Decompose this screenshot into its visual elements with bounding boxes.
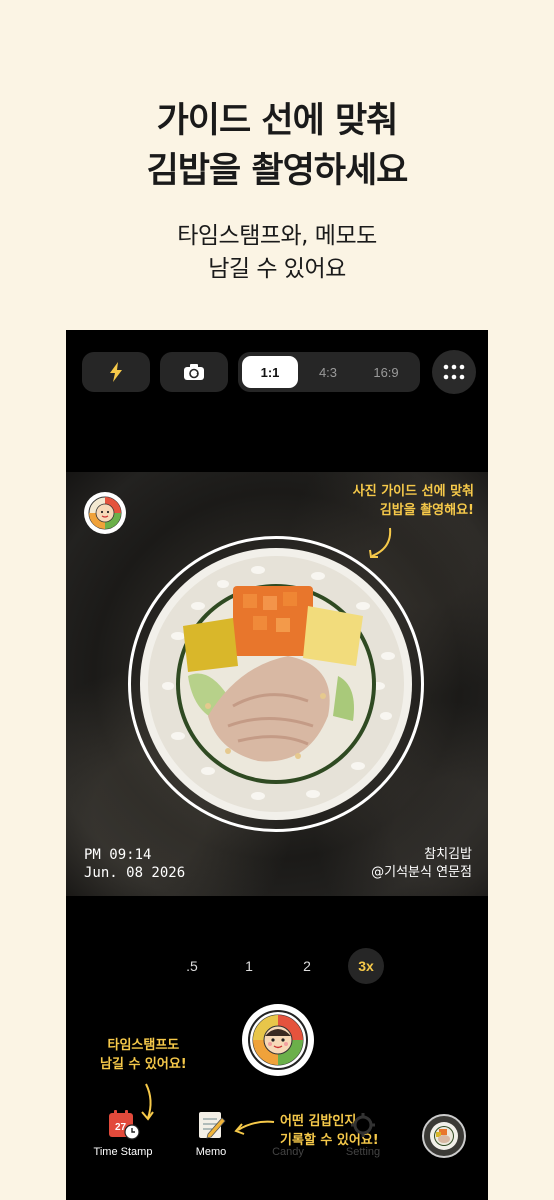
ratio-option-1-1[interactable]: 1:1 — [242, 356, 298, 388]
tab-memo-label: Memo — [195, 1146, 227, 1158]
more-grid-icon — [443, 364, 465, 380]
timestamp-callout-line-1: 타임스탬프도 — [107, 1038, 180, 1053]
memo-place: @기석분식 연문점 — [371, 865, 472, 880]
tab-setting[interactable]: Setting — [328, 1110, 398, 1158]
phone-screen: 1:1 4:3 16:9 사진 가이드 선에 맞춰 김밥을 촬영해요! PM 0… — [66, 330, 488, 1200]
flash-icon — [110, 362, 122, 382]
tab-candy-label: Candy — [272, 1146, 304, 1158]
tab-time-stamp-label: Time Stamp — [93, 1146, 153, 1158]
subheading: 타임스탬프와, 메모도 남길 수 있어요 — [0, 220, 554, 286]
candy-icon — [273, 1110, 303, 1140]
more-menu-button[interactable] — [432, 350, 476, 394]
tab-candy[interactable]: Candy — [253, 1110, 323, 1158]
camera-toolbar: 1:1 4:3 16:9 — [82, 350, 476, 394]
tab-memo[interactable]: Memo — [176, 1110, 246, 1158]
shutter-button[interactable] — [242, 1004, 314, 1076]
ratio-option-16-9[interactable]: 16:9 — [358, 356, 414, 388]
memo-pencil-icon — [196, 1110, 226, 1140]
timestamp-time: PM 09:14 — [84, 847, 152, 863]
headline-line-2: 김밥을 촬영하세요 — [146, 151, 409, 191]
subheading-line-2: 남길 수 있어요 — [208, 256, 346, 282]
guide-tip-note: 사진 가이드 선에 맞춰 김밥을 촬영해요! — [353, 482, 474, 520]
aspect-ratio-selector: 1:1 4:3 16:9 — [238, 352, 420, 392]
tab-time-stamp[interactable]: 27 Time Stamp — [88, 1110, 158, 1158]
camera-flip-icon — [184, 364, 204, 380]
zoom-option-2[interactable]: 2 — [289, 948, 325, 984]
tab-setting-label: Setting — [345, 1146, 381, 1158]
calendar-clock-icon: 27 — [108, 1110, 140, 1140]
timestamp-callout-line-2: 남길 수 있어요! — [100, 1057, 187, 1072]
guide-tip-line-1: 사진 가이드 선에 맞춰 — [352, 484, 474, 499]
ratio-option-4-3[interactable]: 4:3 — [300, 356, 356, 388]
camera-viewfinder[interactable]: 사진 가이드 선에 맞춰 김밥을 촬영해요! PM 09:14 Jun. 08 … — [66, 472, 488, 896]
subheading-line-1: 타임스탬프와, 메모도 — [177, 223, 377, 249]
shutter-logo-icon — [248, 1010, 308, 1070]
gallery-kimbap-icon — [430, 1122, 458, 1150]
gear-icon — [348, 1110, 378, 1140]
guide-tip-line-2: 김밥을 촬영해요! — [379, 503, 474, 518]
zoom-selector: .5 1 2 3x — [66, 946, 488, 986]
gallery-thumbnail[interactable] — [422, 1114, 466, 1158]
headline: 가이드 선에 맞춰 김밥을 촬영하세요 — [0, 96, 554, 196]
zoom-option-0-5[interactable]: .5 — [174, 948, 210, 984]
flash-button[interactable] — [82, 352, 150, 392]
timestamp-date: Jun. 08 2026 — [84, 865, 186, 881]
brand-logo-icon — [84, 492, 126, 534]
zoom-option-3x[interactable]: 3x — [348, 948, 384, 984]
camera-flip-button[interactable] — [160, 352, 228, 392]
timestamp-callout: 타임스탬프도 남길 수 있어요! — [100, 1036, 187, 1074]
memo-overlay: 참치김밥 @기석분식 연문점 — [371, 846, 472, 882]
memo-title: 참치김밥 — [424, 847, 472, 862]
guide-circle-overlay — [128, 536, 424, 832]
headline-line-1: 가이드 선에 맞춰 — [156, 101, 399, 141]
timestamp-overlay: PM 09:14 Jun. 08 2026 — [84, 846, 185, 882]
zoom-option-1[interactable]: 1 — [231, 948, 267, 984]
